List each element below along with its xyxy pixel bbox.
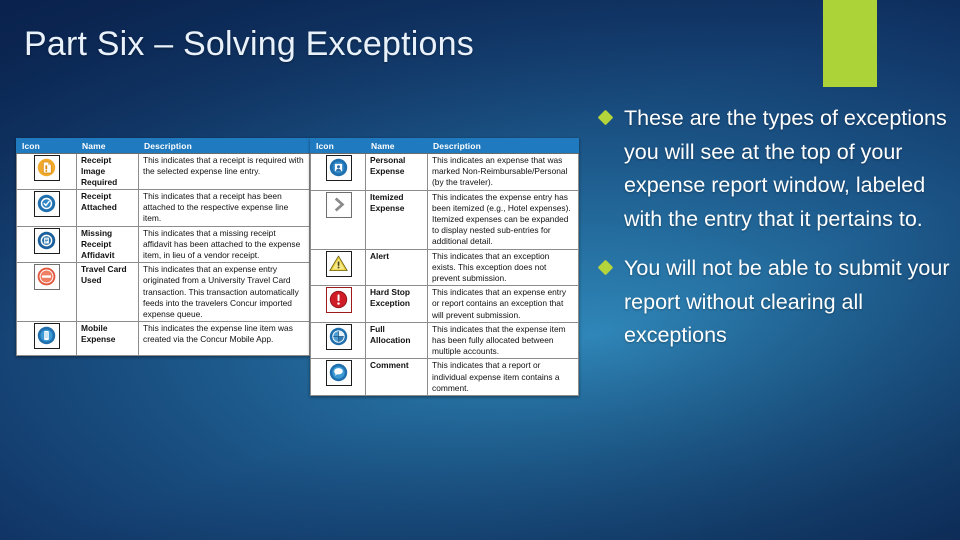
icon-description: This indicates that a receipt is require… xyxy=(138,153,310,190)
table-row: Receipt Image Required This indicates th… xyxy=(16,153,310,190)
bullet-text: These are the types of exceptions you wi… xyxy=(624,106,947,231)
icon-description: This indicates that an expense entry ori… xyxy=(138,262,310,323)
personal-expense-icon xyxy=(325,155,352,181)
icon-name: Travel Card Used xyxy=(76,262,139,323)
table-row: Mobile Expense This indicates the expens… xyxy=(16,321,310,357)
receipt-attached-icon xyxy=(34,191,60,217)
full-allocation-icon xyxy=(325,323,352,350)
receipt-image-required-icon xyxy=(34,155,60,181)
icon-description: This indicates an expense that was marke… xyxy=(427,153,579,191)
table-header-row: Icon Name Description xyxy=(310,138,579,154)
icon-cell xyxy=(16,321,77,357)
table-row: Receipt Attached This indicates that a r… xyxy=(16,189,310,227)
icon-cell xyxy=(310,321,366,360)
comment-icon xyxy=(325,360,352,387)
table-row: Alert This indicates that an exception e… xyxy=(310,248,579,287)
icon-name: Itemized Expense xyxy=(365,189,428,250)
column-header-icon: Icon xyxy=(16,138,77,154)
hard-stop-exception-icon xyxy=(325,287,352,314)
table-row: Travel Card Used This indicates that an … xyxy=(16,262,310,323)
icon-description: This indicates that a missing receipt af… xyxy=(138,225,310,264)
icon-name: Full Allocation xyxy=(365,321,428,360)
icon-description: This indicates that the expense item has… xyxy=(427,321,579,360)
icon-description: This indicates the expense line item was… xyxy=(138,321,310,357)
column-header-name: Name xyxy=(76,138,139,154)
icon-name: Alert xyxy=(365,248,428,287)
icon-name: Comment xyxy=(365,358,428,397)
slide-canvas: Part Six – Solving Exceptions Icon Name … xyxy=(0,0,960,540)
icon-name: Mobile Expense xyxy=(76,321,139,357)
column-header-icon: Icon xyxy=(310,138,366,154)
table-row: Hard Stop Exception This indicates that … xyxy=(310,285,579,323)
icon-cell xyxy=(310,189,366,250)
icon-name: Missing Receipt Affidavit xyxy=(76,225,139,264)
left-icon-table: Icon Name Description Receipt Image Requ… xyxy=(16,138,310,357)
bullet-item: You will not be able to submit your repo… xyxy=(597,252,950,353)
table-header-row: Icon Name Description xyxy=(16,138,310,154)
icon-cell xyxy=(310,358,366,397)
page-title: Part Six – Solving Exceptions xyxy=(24,25,474,63)
diamond-bullet-icon xyxy=(597,259,614,276)
missing-receipt-affidavit-icon xyxy=(34,227,60,254)
icon-cell xyxy=(16,225,77,264)
icon-name: Receipt Attached xyxy=(76,189,139,227)
icon-cell xyxy=(16,153,77,190)
bullet-item: These are the types of exceptions you wi… xyxy=(597,102,950,236)
table-row: Itemized Expense This indicates the expe… xyxy=(310,189,579,250)
column-header-name: Name xyxy=(365,138,428,154)
travel-card-used-icon xyxy=(34,264,60,291)
bullet-list: These are the types of exceptions you wi… xyxy=(597,102,950,369)
icon-description: This indicates that an expense entry or … xyxy=(427,285,579,323)
icon-cell xyxy=(310,248,366,287)
column-header-description: Description xyxy=(427,138,579,154)
icon-cell xyxy=(310,285,366,323)
itemized-expense-icon xyxy=(325,191,352,218)
icon-cell xyxy=(16,262,77,323)
bullet-text: You will not be able to submit your repo… xyxy=(624,256,950,347)
table-row: Personal Expense This indicates an expen… xyxy=(310,153,579,191)
alert-icon xyxy=(325,250,352,277)
mobile-expense-icon xyxy=(34,323,60,350)
column-header-description: Description xyxy=(138,138,310,154)
icon-description: This indicates the expense entry has bee… xyxy=(427,189,579,250)
icon-cell xyxy=(16,189,77,227)
icon-cell xyxy=(310,153,366,191)
diamond-bullet-icon xyxy=(597,109,614,126)
table-row: Full Allocation This indicates that the … xyxy=(310,321,579,360)
icon-description: This indicates that a report or individu… xyxy=(427,358,579,397)
table-row: Comment This indicates that a report or … xyxy=(310,358,579,397)
icon-name: Receipt Image Required xyxy=(76,153,139,190)
icon-name: Hard Stop Exception xyxy=(365,285,428,323)
right-icon-table: Icon Name Description Personal Expense T… xyxy=(310,138,579,397)
icon-name: Personal Expense xyxy=(365,153,428,191)
accent-bar xyxy=(823,0,877,87)
icon-description: This indicates that a receipt has been a… xyxy=(138,189,310,227)
table-row: Missing Receipt Affidavit This indicates… xyxy=(16,225,310,264)
icon-description: This indicates that an exception exists.… xyxy=(427,248,579,287)
